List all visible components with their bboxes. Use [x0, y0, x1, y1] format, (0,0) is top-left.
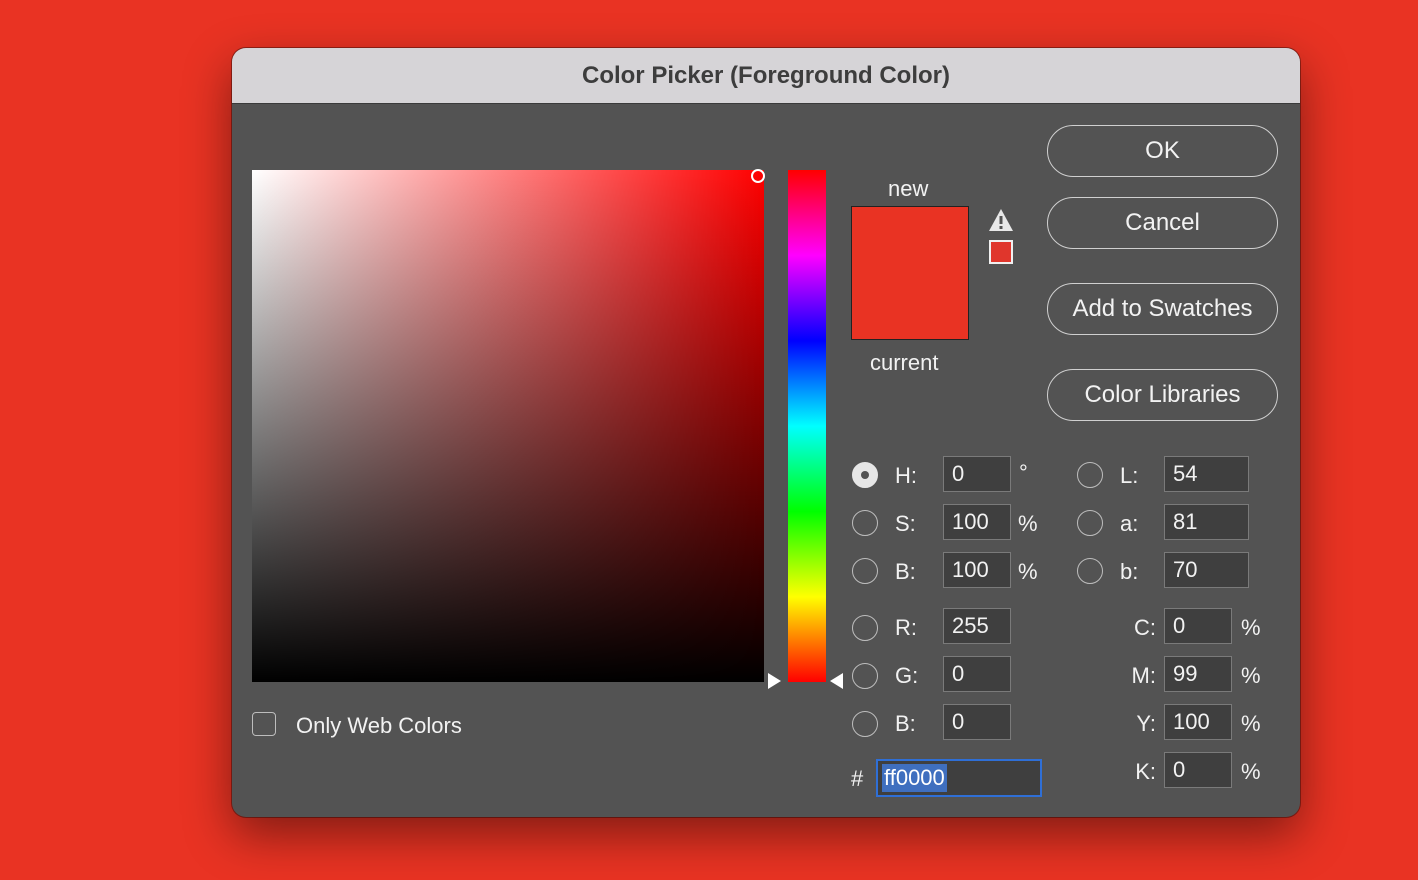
cancel-button[interactable]: Cancel — [1047, 197, 1278, 249]
triangle-right-icon[interactable] — [768, 673, 781, 689]
magenta-unit: % — [1241, 663, 1261, 688]
lab-b-label: b: — [1120, 559, 1139, 584]
black-input[interactable] — [1164, 752, 1232, 788]
radio-hue[interactable] — [852, 462, 878, 488]
yellow-unit: % — [1241, 711, 1261, 736]
lab-b-input[interactable] — [1164, 552, 1249, 588]
red-label: R: — [895, 615, 917, 640]
radio-brightness[interactable] — [852, 558, 878, 584]
red-input[interactable] — [943, 608, 1011, 644]
green-input[interactable] — [943, 656, 1011, 692]
color-preview — [851, 206, 969, 340]
radio-green[interactable] — [852, 663, 878, 689]
brightness-unit: % — [1018, 559, 1038, 584]
yellow-input[interactable] — [1164, 704, 1232, 740]
brightness-input[interactable] — [943, 552, 1011, 588]
dialog-title: Color Picker (Foreground Color) — [232, 48, 1300, 104]
hex-value[interactable]: ff0000 — [882, 764, 947, 792]
hex-hash-label: # — [851, 766, 864, 791]
brightness-label: B: — [895, 559, 916, 584]
hue-unit: ° — [1019, 460, 1028, 485]
black-label: K: — [1135, 759, 1156, 784]
only-web-colors-label[interactable]: Only Web Colors — [296, 713, 462, 739]
hex-input[interactable]: ff0000 — [876, 759, 1042, 797]
radio-lab-b[interactable] — [1077, 558, 1103, 584]
current-color-swatch[interactable] — [852, 273, 968, 339]
add-to-swatches-button[interactable]: Add to Swatches — [1047, 283, 1278, 335]
magenta-input[interactable] — [1164, 656, 1232, 692]
lightness-input[interactable] — [1164, 456, 1249, 492]
saturation-unit: % — [1018, 511, 1038, 536]
new-color-swatch — [852, 207, 968, 273]
radio-blue[interactable] — [852, 711, 878, 737]
only-web-colors-checkbox[interactable] — [252, 712, 276, 736]
triangle-left-icon[interactable] — [830, 673, 843, 689]
saturation-input[interactable] — [943, 504, 1011, 540]
lightness-label: L: — [1120, 463, 1139, 488]
radio-lab-a[interactable] — [1077, 510, 1103, 536]
ok-button[interactable]: OK — [1047, 125, 1278, 177]
current-label: current — [870, 350, 939, 375]
cyan-label: C: — [1134, 615, 1156, 640]
gamut-color-swatch[interactable] — [989, 240, 1013, 264]
radio-saturation[interactable] — [852, 510, 878, 536]
magenta-label: M: — [1131, 663, 1156, 688]
color-field[interactable] — [252, 169, 765, 682]
lab-a-label: a: — [1120, 511, 1139, 536]
hue-slider[interactable] — [788, 170, 826, 682]
warning-triangle-icon[interactable] — [988, 208, 1014, 232]
green-label: G: — [895, 663, 919, 688]
color-picker-dialog: Color Picker (Foreground Color) new curr… — [232, 48, 1300, 817]
cyan-input[interactable] — [1164, 608, 1232, 644]
hue-input[interactable] — [943, 456, 1011, 492]
saturation-label: S: — [895, 511, 916, 536]
hue-label: H: — [895, 463, 917, 488]
new-label: new — [888, 176, 929, 201]
blue-input[interactable] — [943, 704, 1011, 740]
lab-a-input[interactable] — [1164, 504, 1249, 540]
cyan-unit: % — [1241, 615, 1261, 640]
color-libraries-button[interactable]: Color Libraries — [1047, 369, 1278, 421]
color-field-marker[interactable] — [751, 169, 765, 183]
black-unit: % — [1241, 759, 1261, 784]
radio-red[interactable] — [852, 615, 878, 641]
radio-lightness[interactable] — [1077, 462, 1103, 488]
yellow-label: Y: — [1136, 711, 1156, 736]
blue-label: B: — [895, 711, 916, 736]
